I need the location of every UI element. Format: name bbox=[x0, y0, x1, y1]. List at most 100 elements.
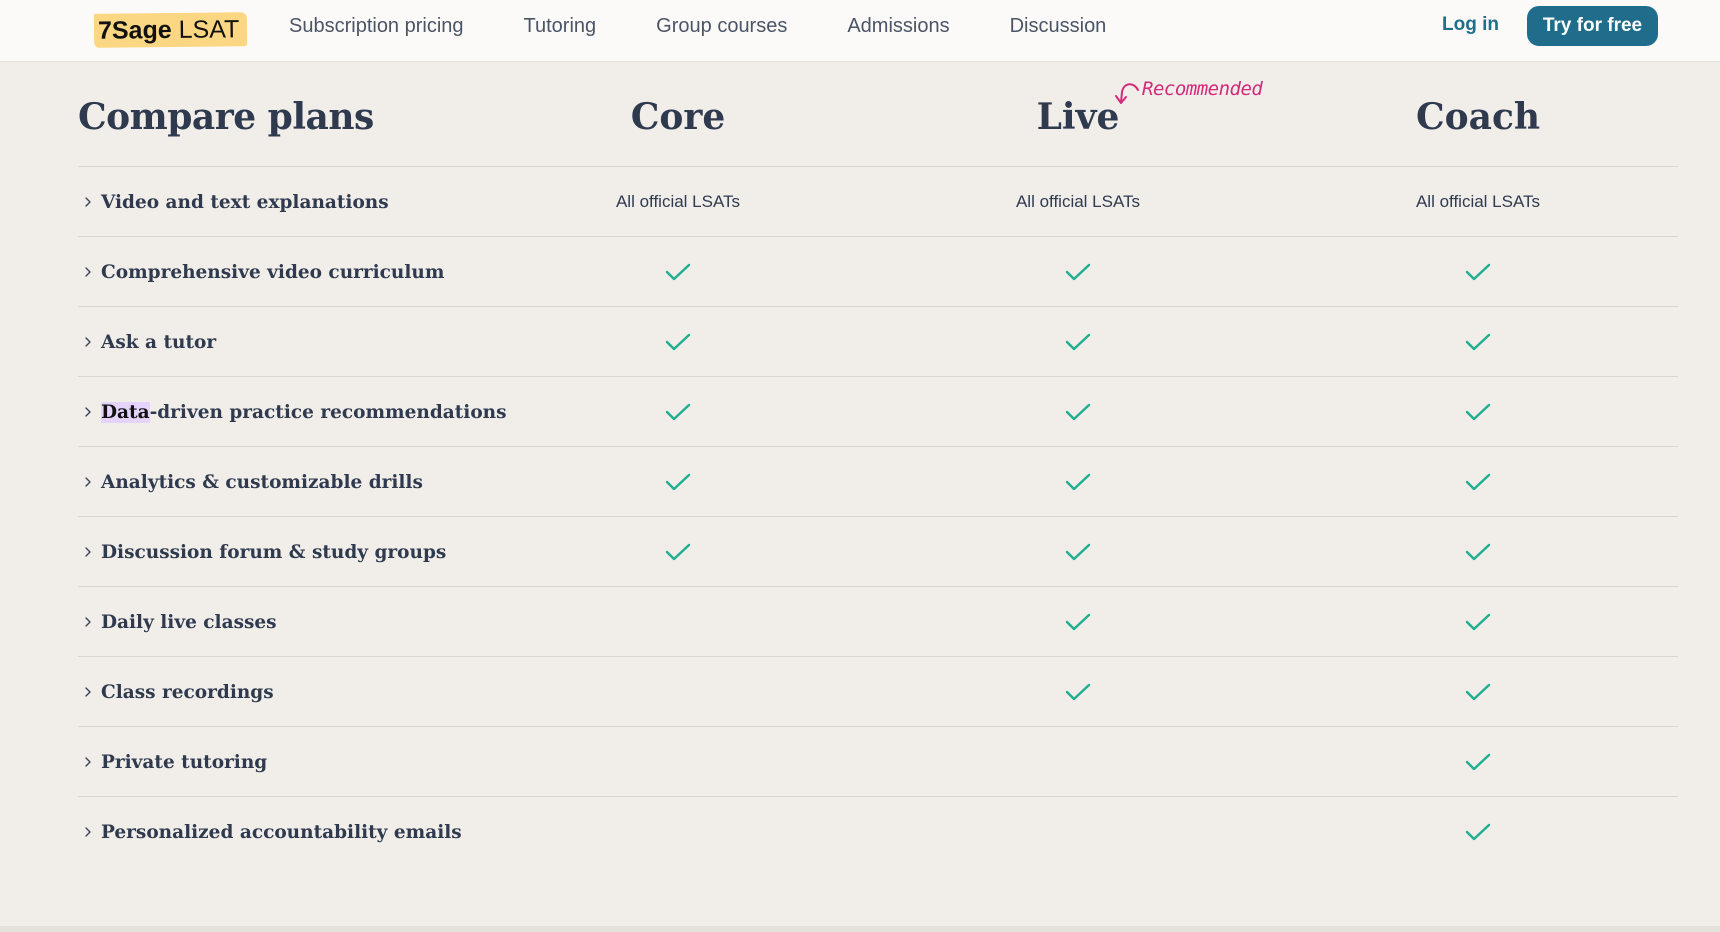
check-icon bbox=[1328, 377, 1628, 447]
feature-label-text: Comprehensive video curriculum bbox=[101, 261, 445, 283]
check-icon bbox=[1328, 657, 1628, 727]
table-row: Ask a tutor bbox=[78, 307, 1678, 377]
table-row: Private tutoring bbox=[78, 727, 1678, 797]
chevron-right-icon bbox=[78, 476, 98, 488]
chevron-right-icon bbox=[78, 826, 98, 838]
nav-link-tutoring[interactable]: Tutoring bbox=[524, 15, 597, 38]
feature-toggle[interactable]: Analytics & customizable drills bbox=[78, 447, 423, 517]
table-row: Video and text explanations All official … bbox=[78, 167, 1678, 237]
recommended-annotation: Recommended bbox=[1112, 78, 1263, 108]
top-nav: 7Sage LSAT Subscription pricing Tutoring… bbox=[0, 0, 1720, 62]
check-icon bbox=[1328, 307, 1628, 377]
cell-core-empty bbox=[528, 797, 828, 867]
feature-label-text: Video and text explanations bbox=[101, 191, 389, 213]
chevron-right-icon bbox=[78, 406, 98, 418]
table-row: Discussion forum & study groups bbox=[78, 517, 1678, 587]
check-icon bbox=[528, 307, 828, 377]
feature-label-text: Class recordings bbox=[101, 681, 274, 703]
cell-coach-text: All official LSATs bbox=[1415, 192, 1541, 211]
logo-product: LSAT bbox=[178, 14, 240, 44]
site-logo[interactable]: 7Sage LSAT bbox=[93, 12, 248, 48]
nav-link-subscription-pricing[interactable]: Subscription pricing bbox=[289, 15, 464, 38]
feature-label: Video and text explanations bbox=[101, 192, 389, 213]
check-icon bbox=[1328, 237, 1628, 307]
feature-toggle[interactable]: Personalized accountability emails bbox=[78, 797, 462, 867]
feature-toggle[interactable]: Data-driven practice recommendations bbox=[78, 377, 507, 447]
feature-label: Daily live classes bbox=[101, 612, 277, 633]
chevron-right-icon bbox=[78, 546, 98, 558]
table-row: Personalized accountability emails bbox=[78, 797, 1678, 867]
check-icon bbox=[1328, 517, 1628, 587]
feature-toggle[interactable]: Discussion forum & study groups bbox=[78, 517, 446, 587]
login-link[interactable]: Log in bbox=[1442, 14, 1499, 36]
check-icon bbox=[928, 307, 1228, 377]
feature-label-text: Private tutoring bbox=[101, 751, 268, 773]
feature-label-text: Analytics & customizable drills bbox=[101, 471, 423, 493]
cell-core-text: All official LSATs bbox=[615, 192, 741, 211]
try-for-free-button[interactable]: Try for free bbox=[1527, 6, 1658, 46]
check-icon bbox=[528, 377, 828, 447]
check-icon bbox=[928, 237, 1228, 307]
logo-brand: 7Sage bbox=[97, 15, 172, 45]
table-row: Analytics & customizable drills bbox=[78, 447, 1678, 517]
feature-label-text: Daily live classes bbox=[101, 611, 277, 633]
curved-arrow-icon bbox=[1115, 83, 1139, 104]
check-icon bbox=[928, 377, 1228, 447]
chevron-right-icon bbox=[78, 196, 98, 208]
nav-link-group-courses[interactable]: Group courses bbox=[656, 15, 787, 38]
cell-core-empty bbox=[528, 587, 828, 657]
chevron-right-icon bbox=[78, 756, 98, 768]
check-icon bbox=[528, 237, 828, 307]
nav-link-discussion[interactable]: Discussion bbox=[1010, 15, 1107, 38]
feature-label-text: Ask a tutor bbox=[101, 331, 217, 353]
check-icon bbox=[1328, 587, 1628, 657]
check-icon bbox=[1328, 727, 1628, 797]
feature-label-text: -driven practice recommendations bbox=[149, 401, 507, 423]
table-row: Comprehensive video curriculum bbox=[78, 237, 1678, 307]
feature-toggle[interactable]: Video and text explanations bbox=[78, 167, 389, 237]
feature-label: Class recordings bbox=[101, 682, 274, 703]
feature-label-text: Discussion forum & study groups bbox=[101, 541, 447, 563]
feature-label: Analytics & customizable drills bbox=[101, 472, 423, 493]
compare-plans-table: Compare plans Core Live Coach Recommende… bbox=[78, 62, 1678, 867]
compare-plans-title: Compare plans bbox=[78, 96, 374, 138]
cell-live-text: All official LSATs bbox=[1015, 192, 1141, 211]
check-icon bbox=[1328, 797, 1628, 867]
cell-core-empty bbox=[528, 657, 828, 727]
feature-toggle[interactable]: Comprehensive video curriculum bbox=[78, 237, 444, 307]
chevron-right-icon bbox=[78, 336, 98, 348]
cell-core-empty bbox=[528, 727, 828, 797]
section-divider bbox=[0, 926, 1720, 932]
check-icon bbox=[928, 447, 1228, 517]
check-icon bbox=[1328, 447, 1628, 517]
cell-live-empty bbox=[928, 727, 1228, 797]
feature-label: Data-driven practice recommendations bbox=[101, 401, 507, 423]
feature-label: Ask a tutor bbox=[101, 332, 216, 353]
feature-toggle[interactable]: Ask a tutor bbox=[78, 307, 216, 377]
highlighted-text: Data bbox=[101, 401, 150, 423]
nav-link-admissions[interactable]: Admissions bbox=[847, 15, 949, 38]
recommended-label: Recommended bbox=[1142, 78, 1263, 100]
chevron-right-icon bbox=[78, 616, 98, 628]
table-row: Class recordings bbox=[78, 657, 1678, 727]
plan-header-coach: Coach bbox=[1415, 96, 1541, 138]
check-icon bbox=[528, 447, 828, 517]
check-icon bbox=[928, 587, 1228, 657]
feature-toggle[interactable]: Daily live classes bbox=[78, 587, 277, 657]
feature-toggle[interactable]: Class recordings bbox=[78, 657, 274, 727]
chevron-right-icon bbox=[78, 686, 98, 698]
feature-label: Comprehensive video curriculum bbox=[101, 262, 444, 283]
feature-label-text: Personalized accountability emails bbox=[101, 821, 462, 843]
table-row: Daily live classes bbox=[78, 587, 1678, 657]
check-icon bbox=[928, 657, 1228, 727]
feature-rows: Video and text explanations All official … bbox=[78, 167, 1678, 867]
table-row: Data-driven practice recommendations bbox=[78, 377, 1678, 447]
table-header: Compare plans Core Live Coach Recommende… bbox=[78, 62, 1678, 167]
feature-label: Discussion forum & study groups bbox=[101, 542, 446, 563]
feature-label: Personalized accountability emails bbox=[101, 822, 462, 843]
check-icon bbox=[528, 517, 828, 587]
chevron-right-icon bbox=[78, 266, 98, 278]
check-icon bbox=[928, 517, 1228, 587]
plan-header-core: Core bbox=[630, 96, 726, 138]
feature-toggle[interactable]: Private tutoring bbox=[78, 727, 267, 797]
